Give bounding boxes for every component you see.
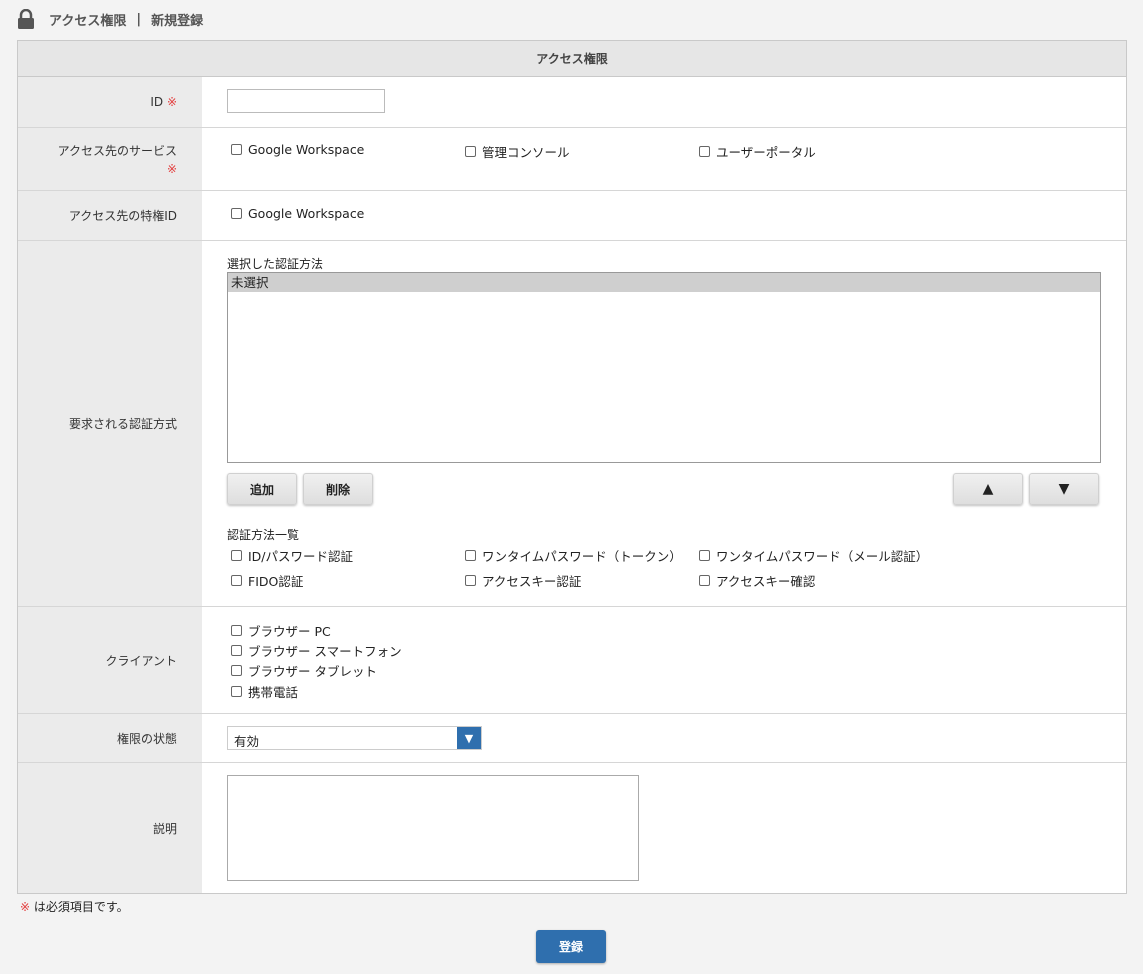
checkbox-icon[interactable] [231,550,242,561]
auth-row: 要求される認証方式 選択した認証方法 未選択 追加 削除 ▲ ▼ 認証方法一覧 … [18,241,1126,607]
move-down-button[interactable]: ▼ [1029,473,1099,505]
checkbox-label: 携帯電話 [248,685,299,700]
checkbox-icon[interactable] [231,665,242,676]
panel-title: アクセス権限 [18,41,1126,77]
client-checkbox-browser-tablet[interactable]: ブラウザー タブレット [231,661,377,680]
method-checkbox-otp-token[interactable]: ワンタイムパスワード（トークン） [465,546,682,565]
selected-methods-list[interactable]: 未選択 [227,272,1101,463]
checkbox-label: ID/パスワード認証 [248,549,354,564]
service-checkbox-admin-console[interactable]: 管理コンソール [465,142,570,161]
checkbox-label: ブラウザー タブレット [248,664,377,679]
checkbox-label: Google Workspace [248,206,365,221]
checkbox-label: ユーザーポータル [716,145,816,160]
checkbox-icon[interactable] [231,208,242,219]
checkbox-label: FIDO認証 [248,574,304,589]
state-label-cell: 権限の状態 [18,714,202,762]
privilege-label-cell: アクセス先の特権ID [18,191,202,240]
breadcrumb-separator: | [136,11,142,27]
client-row: クライアント ブラウザー PC ブラウザー スマートフォン ブラウザー タブレッ… [18,607,1126,714]
checkbox-icon[interactable] [465,550,476,561]
client-label: クライアント [105,653,177,668]
checkbox-label: Google Workspace [248,142,365,157]
checkbox-label: アクセスキー確認 [716,574,816,589]
checkbox-label: ブラウザー PC [248,624,331,639]
checkbox-icon[interactable] [231,144,242,155]
checkbox-icon[interactable] [231,686,242,697]
privilege-label: アクセス先の特権ID [68,209,177,223]
checkbox-label: アクセスキー認証 [482,574,582,589]
description-textarea[interactable] [227,775,639,881]
method-checkbox-otp-email[interactable]: ワンタイムパスワード（メール認証） [699,546,928,565]
service-row: アクセス先のサービス ※ Google Workspace 管理コンソール ユー… [18,128,1126,191]
description-row: 説明 [18,763,1126,893]
delete-button[interactable]: 削除 [303,473,373,505]
client-checkbox-mobile-phone[interactable]: 携帯電話 [231,682,298,701]
breadcrumb: アクセス権限 | 新規登録 [17,8,203,30]
required-note: ※ は必須項目です。 [20,898,129,915]
id-label-cell: ID ※ [18,77,202,127]
checkbox-icon[interactable] [231,645,242,656]
privilege-checkbox-google-workspace[interactable]: Google Workspace [231,206,364,221]
method-checkbox-access-key-confirm[interactable]: アクセスキー確認 [699,571,815,590]
checkbox-label: 管理コンソール [482,145,570,160]
checkbox-icon[interactable] [231,625,242,636]
client-label-cell: クライアント [18,607,202,713]
description-label-cell: 説明 [18,763,202,893]
auth-label-cell: 要求される認証方式 [18,241,202,606]
selected-methods-label: 選択した認証方法 [227,257,324,271]
checkbox-label: ブラウザー スマートフォン [248,644,402,659]
required-mark: ※ [166,162,177,176]
id-label: ID [150,95,164,109]
method-checkbox-access-key-auth[interactable]: アクセスキー認証 [465,571,581,590]
chevron-down-icon[interactable]: ▼ [457,727,481,749]
state-row: 権限の状態 有効 ▼ [18,714,1126,763]
required-mark: ※ [166,95,177,109]
checkbox-icon[interactable] [231,575,242,586]
state-select[interactable]: 有効 ▼ [227,726,482,750]
state-select-value: 有効 [234,734,260,749]
id-row: ID ※ [18,77,1126,128]
auth-label: 要求される認証方式 [68,417,177,431]
service-label: アクセス先のサービス [57,144,177,158]
required-mark: ※ [20,900,31,914]
method-checkbox-id-password[interactable]: ID/パスワード認証 [231,546,353,565]
breadcrumb-section: アクセス権限 [49,13,127,29]
move-up-button[interactable]: ▲ [953,473,1023,505]
access-permission-form: アクセス権限 ID ※ アクセス先のサービス ※ Google Workspac… [17,40,1127,894]
checkbox-icon[interactable] [699,146,710,157]
list-item[interactable]: 未選択 [228,273,1100,292]
checkbox-label: ワンタイムパスワード（メール認証） [716,549,929,564]
add-button[interactable]: 追加 [227,473,297,505]
register-button[interactable]: 登録 [536,930,606,963]
state-label: 権限の状態 [116,731,177,746]
checkbox-icon[interactable] [699,575,710,586]
checkbox-icon[interactable] [699,550,710,561]
id-input[interactable] [227,89,385,113]
page-title: 新規登録 [151,13,204,29]
checkbox-label: ワンタイムパスワード（トークン） [482,549,682,564]
client-checkbox-browser-pc[interactable]: ブラウザー PC [231,621,331,640]
checkbox-icon[interactable] [465,146,476,157]
service-label-cell: アクセス先のサービス ※ [18,128,202,190]
description-label: 説明 [152,821,177,836]
lock-icon [17,8,35,29]
service-checkbox-google-workspace[interactable]: Google Workspace [231,142,364,157]
method-checkbox-fido[interactable]: FIDO認証 [231,571,303,590]
client-checkbox-browser-smartphone[interactable]: ブラウザー スマートフォン [231,641,402,660]
privilege-row: アクセス先の特権ID Google Workspace [18,191,1126,241]
methods-list-label: 認証方法一覧 [227,528,300,542]
required-note-text: は必須項目です。 [30,900,129,914]
service-checkbox-user-portal[interactable]: ユーザーポータル [699,142,816,161]
checkbox-icon[interactable] [465,575,476,586]
